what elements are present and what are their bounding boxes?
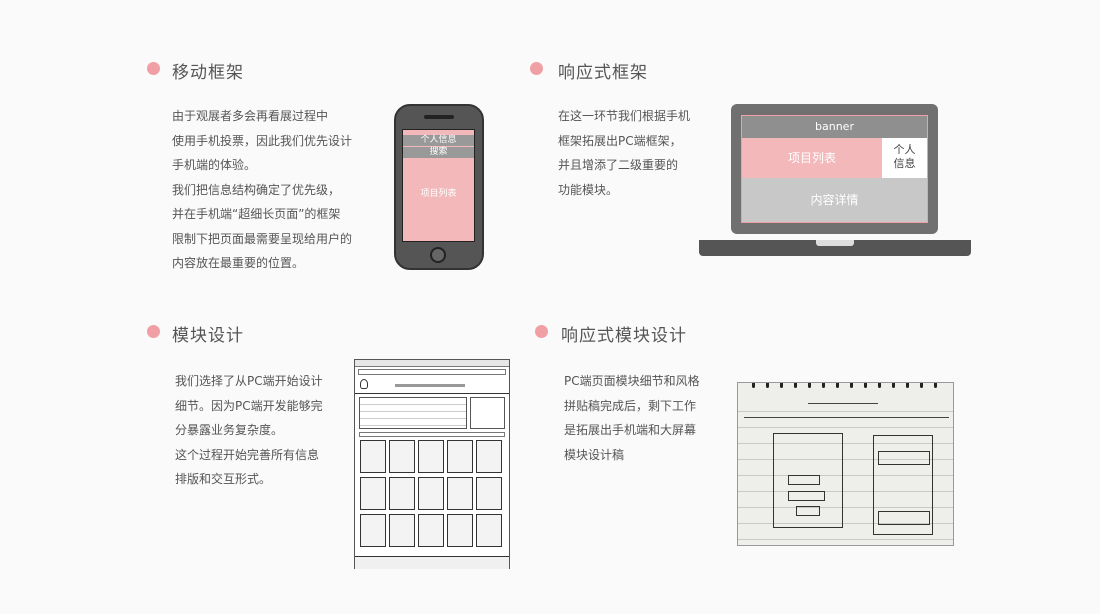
notebook-ring [878, 383, 881, 388]
sketch-list-box [878, 451, 930, 465]
lightbulb-icon [360, 379, 368, 389]
notebook-ring [906, 383, 909, 388]
pc-wireframe-illustration [354, 359, 510, 569]
module-design-heading: 模块设计 [172, 326, 244, 346]
wireframe-thumbnail [476, 514, 502, 547]
laptop-personal-info: 个人 信息 [882, 138, 927, 178]
notebook-ring [892, 383, 895, 388]
wireframe-header-line [395, 384, 465, 387]
sketch-nav-rule [744, 417, 949, 418]
notebook-ring [920, 383, 923, 388]
sketch-header-scribble [808, 395, 878, 404]
sketch-input-box [788, 491, 825, 501]
laptop-banner: banner [742, 116, 927, 138]
laptop-project-list: 项目列表 [742, 138, 882, 178]
notebook-ring [934, 383, 937, 388]
wireframe-thumbnail [360, 477, 386, 510]
responsive-module-design-text: PC端页面模块细节和风格 拼贴稿完成后，剩下工作 是拓展出手机端和大屏幕 模块设… [564, 374, 700, 462]
responsive-framework-text: 在这一环节我们根据手机 框架拓展出PC端框架， 并且增添了二级重要的 功能模块。 [558, 109, 691, 197]
wireframe-footer [355, 556, 509, 569]
wireframe-thumbnail [389, 514, 415, 547]
mobile-framework-text: 由于观展者多会再看展过程中 使用手机投票，因此我们优先设计 手机端的体验。 我们… [172, 109, 353, 270]
phone-search-bar: 搜索 [403, 147, 474, 158]
wireframe-list-panel [359, 397, 467, 429]
wireframe-thumbnail [360, 440, 386, 473]
responsive-module-design-heading: 响应式模块设计 [561, 326, 687, 346]
module-design-text: 我们选择了从PC端开始设计 细节。因为PC端开发能够完 分暴露业务复杂度。 这个… [175, 374, 323, 486]
wireframe-thumbnail [418, 514, 444, 547]
wireframe-thumbnail [447, 477, 473, 510]
notebook-line [738, 411, 953, 412]
laptop-detail: 内容详情 [742, 178, 927, 222]
phone-home-button [430, 247, 446, 263]
notebook-ring [766, 383, 769, 388]
wireframe-thumbnail [389, 477, 415, 510]
laptop-notch [816, 240, 854, 246]
wireframe-thumbnail [476, 440, 502, 473]
wireframe-thumbnail [447, 440, 473, 473]
sketch-input-box [788, 475, 820, 485]
wireframe-thumbnail [476, 477, 502, 510]
notebook-line [738, 427, 953, 428]
notebook-ring [822, 383, 825, 388]
section-marker-dot [147, 325, 160, 338]
notebook-ring [752, 383, 755, 388]
wireframe-thumbnail [389, 440, 415, 473]
notebook-ring [780, 383, 783, 388]
section-marker-dot [535, 325, 548, 338]
notebook-ring [850, 383, 853, 388]
notebook-ring [808, 383, 811, 388]
section-marker-dot [530, 62, 543, 75]
phone-personal-info-bar: 个人信息 [403, 135, 474, 146]
wireframe-header-rule [355, 393, 509, 394]
wireframe-thumbnail [418, 440, 444, 473]
wireframe-addressbar [358, 369, 506, 375]
hand-sketch-photo [737, 382, 954, 546]
mobile-framework-heading: 移动框架 [172, 63, 244, 83]
section-marker-dot [147, 62, 160, 75]
wireframe-titlebar [355, 360, 509, 367]
wireframe-thumbnail [418, 477, 444, 510]
notebook-ring [836, 383, 839, 388]
phone-screen: 个人信息 搜索 项目列表 [402, 129, 475, 242]
sketch-list-box [878, 511, 930, 525]
notebook-line [738, 539, 953, 540]
notebook-ring [794, 383, 797, 388]
responsive-framework-heading: 响应式框架 [558, 63, 648, 83]
wireframe-login-panel [470, 397, 505, 429]
laptop-screen: banner 项目列表 个人 信息 内容详情 [741, 115, 928, 223]
notebook-ring [864, 383, 867, 388]
phone-speaker [424, 115, 454, 119]
sketch-button [796, 506, 820, 516]
phone-project-list-label: 项目列表 [420, 189, 457, 199]
wireframe-thumbnail [447, 514, 473, 547]
wireframe-thumbnail [360, 514, 386, 547]
wireframe-search-row [359, 432, 505, 437]
